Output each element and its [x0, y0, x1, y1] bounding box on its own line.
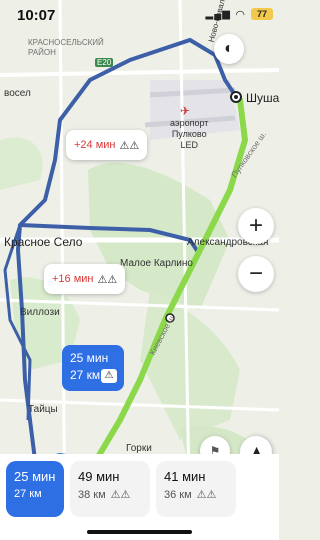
district-label: КРАСНОСЕЛЬСКИЙ РАЙОН — [28, 38, 104, 57]
compass-icon[interactable]: ◐ — [214, 34, 244, 64]
traffic-delay-bubble[interactable]: +24 мин ⚠⚠ — [66, 130, 148, 160]
route-card-distance: 36 км — [164, 488, 192, 501]
krasnoe-selo-label: Красное Село — [4, 235, 83, 249]
road-warning-icon: ⚠⚠ — [196, 489, 217, 501]
delay-text: +24 мин — [74, 139, 116, 151]
route-card-time: 25 мин — [14, 469, 56, 484]
shushary-label: Шуша — [246, 91, 280, 105]
status-bar: 10:07 ▂▄▆ ◠ 77 — [0, 0, 279, 30]
taitsy-label: Тайцы — [28, 404, 58, 415]
gorki-label: Горки — [126, 443, 152, 454]
route-card-time: 41 мин — [164, 469, 206, 484]
airport-label: аэропорт Пулково LED — [170, 118, 209, 150]
road-warning-icon: ⚠⚠ — [119, 139, 140, 152]
road-warning-icon: ⚠⚠ — [97, 273, 118, 286]
battery-icon: 77 — [251, 8, 273, 20]
traffic-delay-bubble[interactable]: +16 мин ⚠⚠ — [44, 264, 126, 294]
highway-e20-label: E20 — [95, 58, 114, 67]
selected-route-bubble[interactable]: 25 мин 27 км ⚠ — [62, 345, 124, 391]
route-card-distance: 27 км — [14, 488, 42, 500]
signal-icon: ▂▄▆ — [205, 9, 231, 20]
village-label-vosel: восел — [4, 88, 31, 99]
delay-text: +16 мин — [52, 273, 94, 285]
warning-triangle-icon: ⚠ — [101, 369, 117, 383]
airplane-icon: ✈ — [180, 104, 191, 118]
route-card-selected[interactable]: 25 мин 27 км — [6, 461, 64, 517]
status-time: 10:07 — [17, 7, 56, 24]
zoom-out-button[interactable]: − — [238, 256, 274, 292]
route-card[interactable]: 41 мин 36 км ⚠⚠ — [156, 461, 236, 517]
zoom-in-button[interactable]: + — [238, 208, 274, 244]
villozi-label: Виллози — [20, 307, 60, 318]
route-card-distance: 38 км — [78, 488, 106, 501]
maloe-karlino-label: Малое Карлино — [120, 258, 193, 269]
wifi-icon: ◠ — [235, 9, 245, 21]
home-indicator — [87, 530, 192, 534]
route-cards-panel: 25 мин 27 км 49 мин 38 км ⚠⚠ 41 мин 36 к… — [0, 454, 279, 540]
route-card[interactable]: 49 мин 38 км ⚠⚠ — [70, 461, 150, 517]
route-card-time: 49 мин — [78, 469, 120, 484]
route-time: 25 мин — [70, 351, 109, 365]
road-warning-icon: ⚠⚠ — [110, 489, 131, 501]
